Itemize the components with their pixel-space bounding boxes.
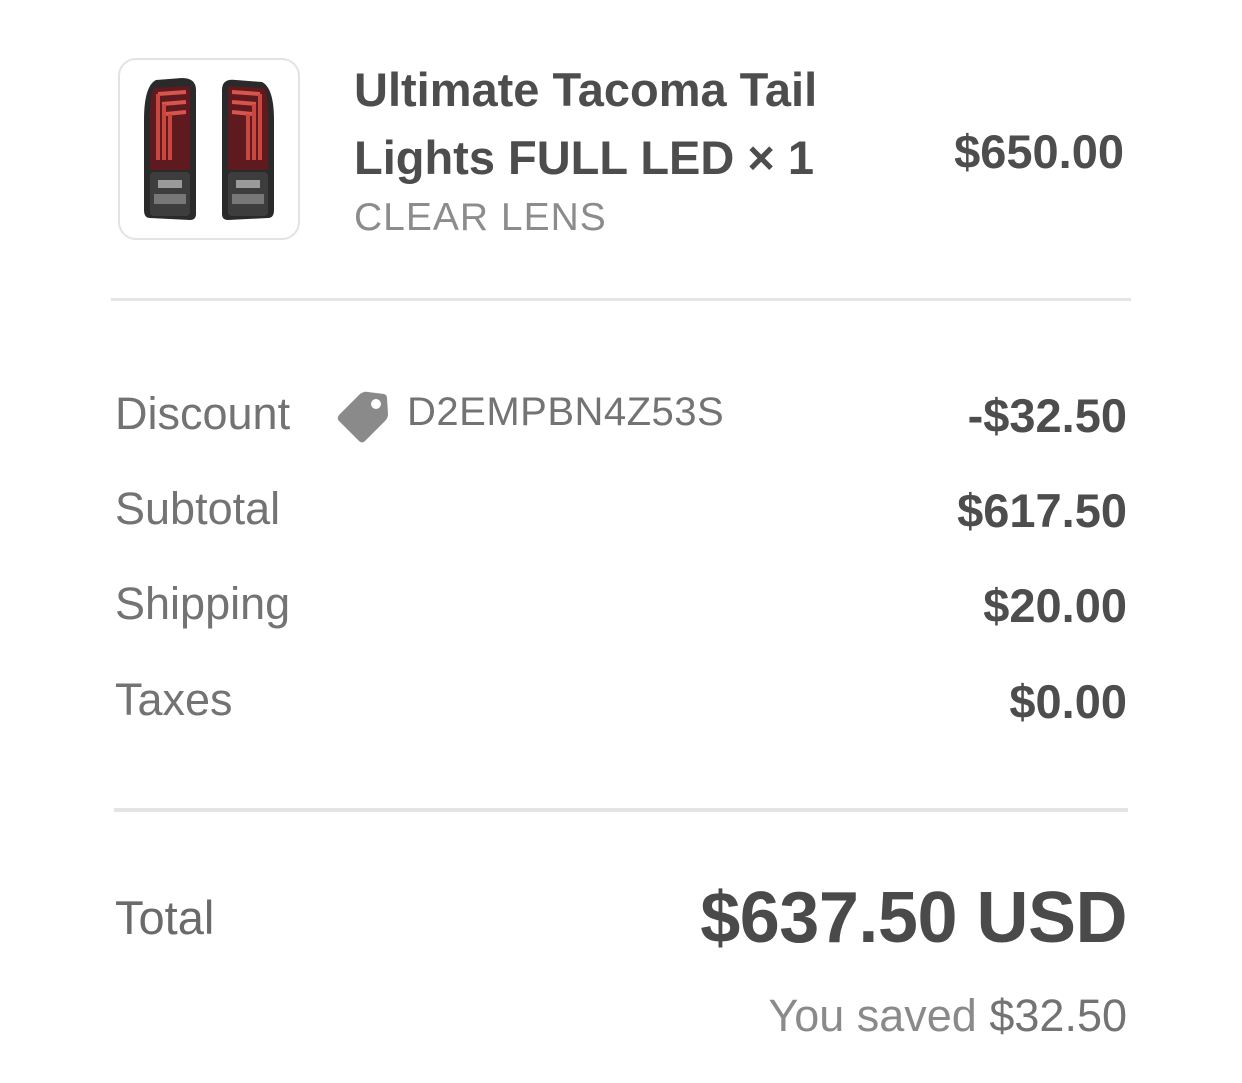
- taxes-label: Taxes: [115, 674, 233, 725]
- divider: [114, 808, 1128, 812]
- savings-note: You saved $32.50: [768, 990, 1127, 1042]
- savings-prefix: You saved: [768, 990, 977, 1041]
- discount-label: Discount: [115, 388, 291, 439]
- product-price: $650.00: [954, 125, 1124, 178]
- product-variant: CLEAR LENS: [354, 196, 607, 239]
- subtotal-label: Subtotal: [115, 483, 281, 534]
- shipping-value: $20.00: [983, 579, 1127, 632]
- shipping-label: Shipping: [115, 578, 291, 629]
- total-value: $637.50 USD: [700, 878, 1127, 958]
- discount-code: D2EMPBN4Z53S: [407, 390, 725, 434]
- discount-value: -$32.50: [967, 389, 1127, 442]
- total-label: Total: [115, 891, 215, 944]
- product-thumbnail: [118, 58, 300, 240]
- product-title: Ultimate Tacoma Tail Lights FULL LED × 1: [354, 63, 818, 184]
- tag-icon: [337, 391, 388, 443]
- subtotal-value: $617.50: [957, 484, 1127, 537]
- tail-lights-product-image: [144, 78, 274, 220]
- savings-amount: $32.50: [989, 990, 1127, 1041]
- taxes-value: $0.00: [1009, 675, 1127, 728]
- divider: [111, 298, 1131, 301]
